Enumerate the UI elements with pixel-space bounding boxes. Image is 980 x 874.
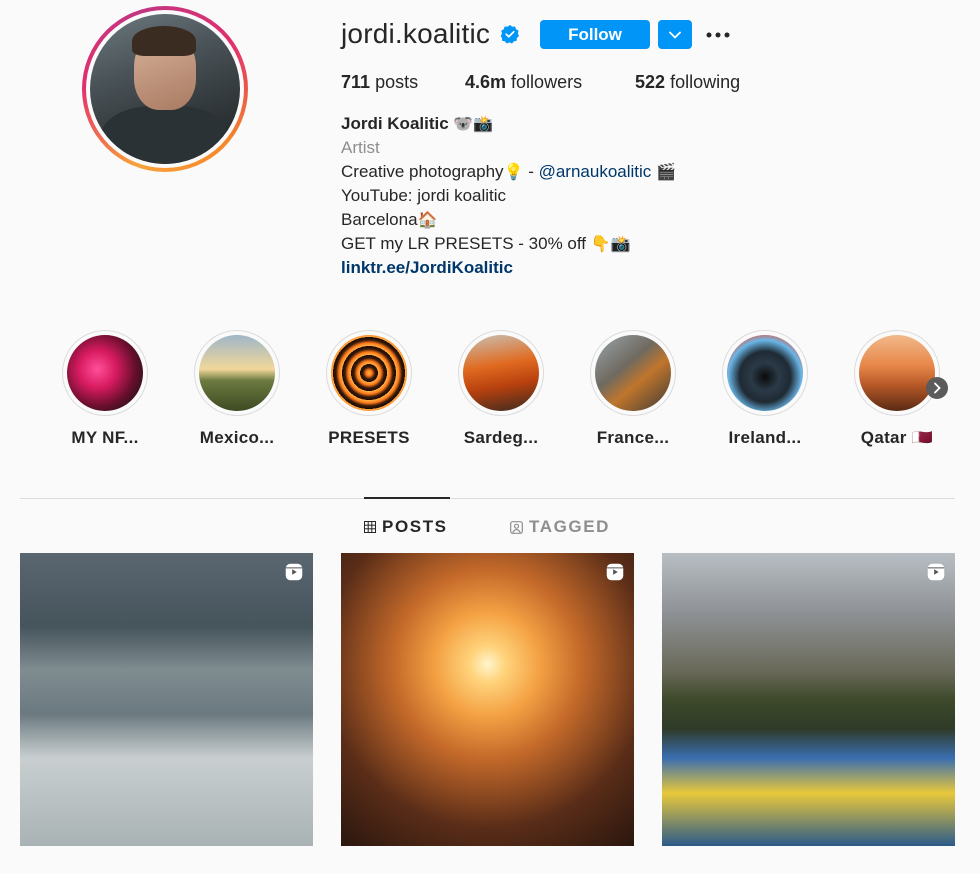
highlight-ring	[194, 330, 280, 416]
verified-badge-icon	[500, 25, 519, 44]
highlight-cover	[199, 335, 275, 411]
tab-posts-label: POSTS	[382, 517, 448, 536]
bio-line-4: GET my LR PRESETS - 30% off 👇📸	[341, 232, 676, 256]
profile-avatar[interactable]	[82, 6, 248, 172]
tab-posts[interactable]: POSTS	[364, 517, 448, 537]
follow-button[interactable]: Follow	[540, 20, 650, 49]
story-highlight[interactable]: Ireland...	[715, 330, 815, 448]
bio-line-4-text: GET my LR PRESETS - 30% off	[341, 234, 591, 253]
highlight-ring	[722, 330, 808, 416]
profile-bio: Jordi Koalitic 🐨📸 Artist Creative photog…	[341, 112, 676, 280]
bio-line-1-emoji: 💡	[503, 162, 524, 181]
active-tab-indicator	[364, 497, 450, 499]
highlight-label: France...	[596, 428, 670, 447]
highlight-ring	[62, 330, 148, 416]
post-thumbnail[interactable]	[341, 553, 634, 846]
tabs-divider	[20, 498, 955, 499]
followers-label: followers	[511, 72, 583, 92]
highlight-ring	[458, 330, 544, 416]
posts-stat: 711 posts	[341, 72, 418, 93]
bio-mention-link[interactable]: @arnaukoalitic	[539, 162, 652, 181]
highlight-ring	[854, 330, 940, 416]
posts-count: 711	[341, 72, 371, 92]
bio-line-3-emoji: 🏠	[417, 210, 438, 229]
following-count: 522	[635, 72, 666, 92]
highlight-cover	[595, 335, 671, 411]
more-options-icon	[706, 32, 730, 38]
highlight-label: Sardeg...	[463, 428, 539, 447]
story-highlight[interactable]: France...	[583, 330, 683, 448]
username: jordi.koalitic	[341, 18, 491, 49]
bio-line-4-emoji: 👇📸	[590, 234, 631, 253]
highlight-label: MY NF...	[71, 428, 139, 447]
followers-stat[interactable]: 4.6m followers	[465, 72, 582, 93]
highlight-cover	[859, 335, 935, 411]
bio-line-1-dash: -	[523, 162, 539, 181]
story-highlight[interactable]: PRESETS	[319, 330, 419, 448]
bio-line-3: Barcelona🏠	[341, 208, 676, 232]
highlight-label: Qatar 🇶🇦	[860, 428, 934, 447]
next-arrow-icon	[934, 382, 941, 394]
highlight-cover	[463, 335, 539, 411]
highlights-next-button[interactable]	[926, 377, 948, 399]
story-highlight[interactable]: Sardeg...	[451, 330, 551, 448]
more-options-button[interactable]	[704, 22, 732, 48]
tab-tagged[interactable]: TAGGED	[510, 517, 610, 537]
reel-icon	[606, 563, 624, 581]
highlight-label: PRESETS	[328, 428, 410, 447]
avatar-hair	[132, 26, 196, 56]
full-name-emoji: 🐨📸	[453, 114, 494, 133]
highlight-cover	[67, 335, 143, 411]
tagged-icon	[510, 520, 523, 534]
post-thumbnail[interactable]	[662, 553, 955, 846]
highlight-ring	[590, 330, 676, 416]
category-label: Artist	[341, 138, 380, 157]
story-highlight[interactable]: Mexico...	[187, 330, 287, 448]
grid-icon	[364, 521, 376, 533]
avatar-inner	[86, 10, 244, 168]
avatar-image	[90, 14, 240, 164]
full-name-line: Jordi Koalitic 🐨📸	[341, 112, 676, 136]
highlight-cover	[727, 335, 803, 411]
bio-line-1-text: Creative photography	[341, 162, 504, 181]
tab-tagged-label: TAGGED	[529, 517, 611, 536]
reel-icon	[285, 563, 303, 581]
chevron-down-icon	[669, 31, 681, 39]
following-label: following	[670, 72, 741, 92]
story-highlight[interactable]: MY NF...	[55, 330, 155, 448]
followers-count: 4.6m	[465, 72, 507, 92]
following-stat[interactable]: 522 following	[635, 72, 740, 93]
avatar-jacket	[100, 106, 230, 164]
posts-label: posts	[375, 72, 419, 92]
bio-line-1: Creative photography💡 - @arnaukoalitic 🎬	[341, 160, 676, 184]
bio-line-2: YouTube: jordi koalitic	[341, 186, 507, 205]
highlight-label: Mexico...	[199, 428, 275, 447]
highlight-cover	[331, 335, 407, 411]
bio-line-3-text: Barcelona	[341, 210, 418, 229]
post-thumbnail[interactable]	[20, 553, 313, 846]
bio-line-1-suffix-emoji: 🎬	[656, 162, 676, 181]
suggested-dropdown-button[interactable]	[658, 20, 692, 49]
reel-icon	[927, 563, 945, 581]
highlight-ring	[326, 330, 412, 416]
bio-external-link[interactable]: linktr.ee/JordiKoalitic	[341, 256, 676, 280]
highlight-label: Ireland...	[728, 428, 802, 447]
full-name: Jordi Koalitic	[341, 114, 449, 133]
